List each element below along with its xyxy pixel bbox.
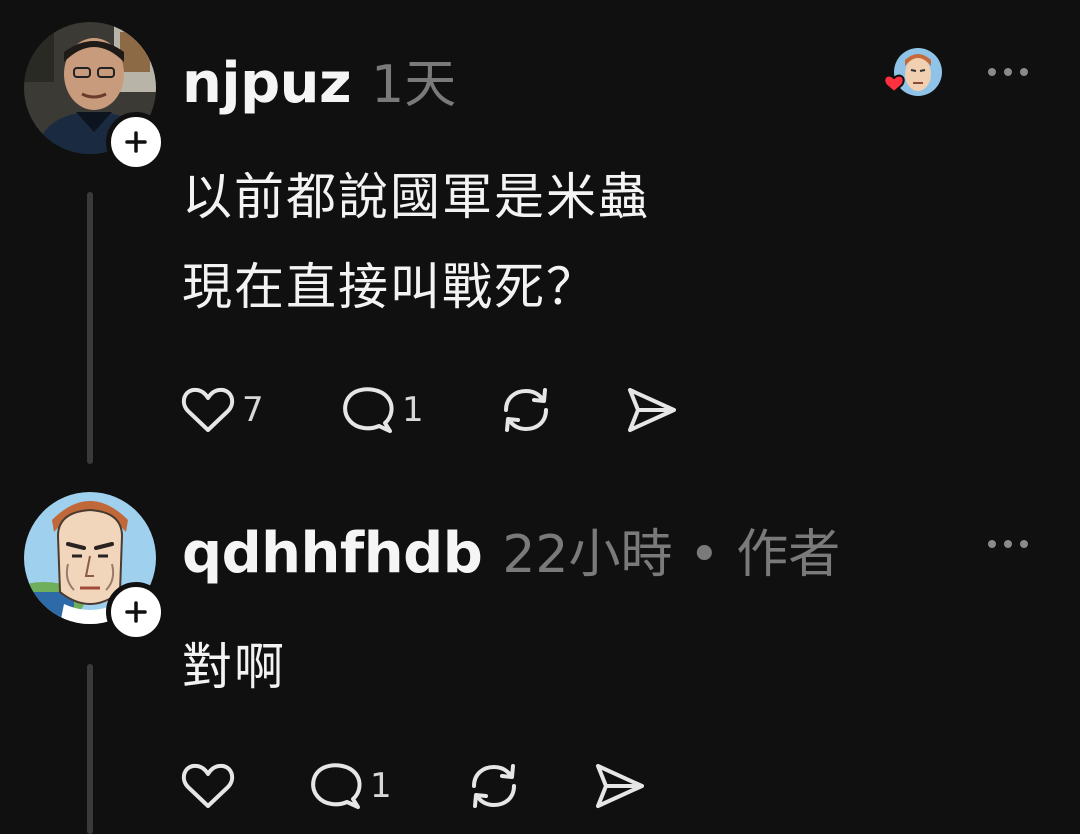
comment-body: 以前都說國軍是米蟲 現在直接叫戰死？: [182, 152, 650, 332]
reply-button[interactable]: 1: [340, 384, 498, 436]
share-icon: [596, 764, 644, 808]
username[interactable]: njpuz: [182, 51, 352, 116]
more-icon[interactable]: [988, 66, 1028, 78]
share-button[interactable]: [624, 384, 680, 436]
timestamp: 1天: [371, 55, 457, 115]
like-count: 7: [242, 390, 264, 430]
comment-2: qdhhfhdb 22小時 • 作者 對啊 1: [0, 470, 1080, 834]
reply-button[interactable]: 1: [308, 760, 466, 812]
action-bar: 7 1: [180, 384, 680, 436]
follow-button[interactable]: [106, 112, 166, 172]
reply-count: 1: [370, 766, 392, 806]
repost-button[interactable]: [498, 384, 624, 436]
like-button[interactable]: [180, 760, 308, 812]
comment-header: qdhhfhdb 22小時 • 作者: [182, 512, 840, 587]
comment-line: 以前都說國軍是米蟲: [182, 168, 650, 226]
follow-plus-icon: [125, 131, 147, 153]
username[interactable]: qdhhfhdb: [182, 521, 483, 586]
more-icon[interactable]: [988, 538, 1028, 550]
thread-line: [87, 664, 93, 834]
repost-icon: [472, 764, 516, 808]
follow-button[interactable]: [106, 582, 166, 642]
action-bar: 1: [180, 760, 648, 812]
heart-icon: [181, 763, 235, 808]
share-icon: [628, 388, 676, 432]
comment-body: 對啊: [182, 622, 286, 712]
heart-icon: [181, 387, 235, 432]
comment-header: njpuz 1天: [182, 42, 456, 117]
comment-line: 對啊: [182, 638, 286, 696]
share-button[interactable]: [592, 760, 648, 812]
repost-button[interactable]: [466, 760, 592, 812]
repost-icon: [504, 388, 548, 432]
author-liked-badge: [878, 46, 944, 106]
comment-line: 現在直接叫戰死？: [182, 258, 598, 316]
comment-1: njpuz 1天 以前都說國軍是米蟲 現在直接叫戰死？ 7 1: [0, 0, 1080, 470]
reply-count: 1: [402, 390, 424, 430]
comment-icon: [311, 763, 362, 809]
timestamp: 22小時 • 作者: [502, 525, 841, 585]
comment-icon: [343, 387, 394, 433]
like-button[interactable]: 7: [180, 384, 340, 436]
follow-plus-icon: [125, 601, 147, 623]
thread-line: [87, 192, 93, 464]
